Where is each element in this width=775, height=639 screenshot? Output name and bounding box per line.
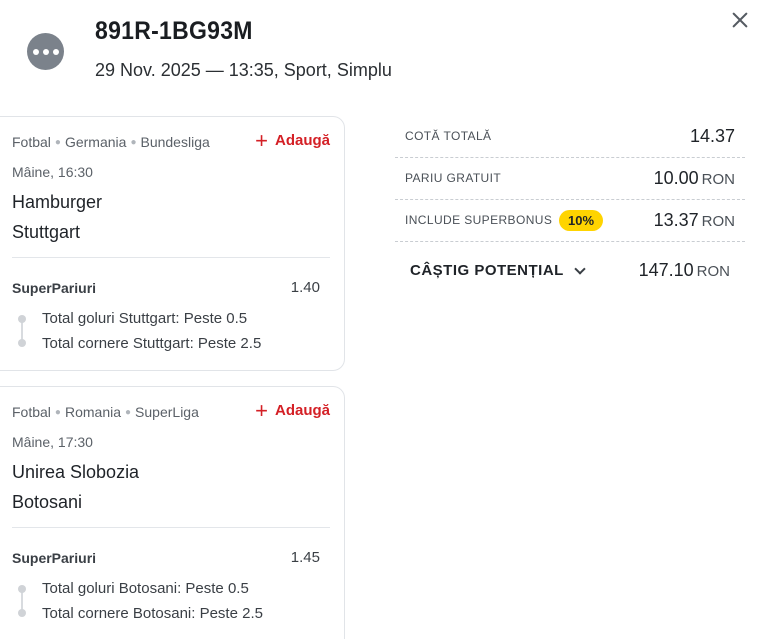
- home-team: Unirea Slobozia: [12, 462, 140, 482]
- potential-win-row: CÂȘTIG POTENȚIAL 147.10 RON: [395, 242, 745, 302]
- selection-bullet: [18, 315, 26, 323]
- bet-odds: 1.40: [290, 279, 320, 296]
- ticket-meta: 29 Nov. 2025 — 13:35, Sport, Simplu: [95, 60, 392, 80]
- currency-label: RON: [701, 171, 735, 188]
- add-label: Adaugă: [274, 132, 330, 149]
- total-odds-number: 14.37: [689, 126, 735, 146]
- superbonus-label: INCLUDE SUPERBONUS: [405, 213, 553, 227]
- home-team: Hamburger: [12, 192, 103, 212]
- currency-label: RON: [696, 263, 730, 280]
- league-breadcrumb: Fotbal ● Germania ● Bundesliga: [12, 134, 210, 150]
- superbonus-row: INCLUDE SUPERBONUS 10% 13.37 RON: [395, 200, 745, 242]
- divider: [12, 257, 330, 258]
- superbonus-value: 13.37 RON: [654, 210, 735, 231]
- separator-dot: ●: [130, 137, 137, 148]
- away-team: Stuttgart: [12, 222, 81, 242]
- league-label: SuperLiga: [135, 404, 199, 420]
- league-breadcrumb: Fotbal ● Romania ● SuperLiga: [12, 404, 199, 420]
- potential-win-toggle[interactable]: CÂȘTIG POTENȚIAL: [410, 262, 586, 279]
- match-time: Mâine, 16:30: [12, 164, 93, 180]
- ticket-menu-button[interactable]: [27, 33, 64, 70]
- match-time: Mâine, 17:30: [12, 434, 93, 450]
- selection-item: Total goluri Botosani: Peste 0.5: [42, 580, 249, 597]
- selection-item: Total cornere Botosani: Peste 2.5: [42, 605, 263, 622]
- separator-dot: ●: [125, 407, 132, 418]
- chevron-down-icon: [574, 262, 586, 275]
- bet-odds: 1.45: [290, 549, 320, 566]
- market-name: SuperPariuri: [12, 280, 97, 296]
- superbonus-badge: 10%: [559, 210, 604, 231]
- selection-bullet: [18, 609, 26, 617]
- sport-label: Fotbal: [12, 134, 51, 150]
- selection-item: Total goluri Stuttgart: Peste 0.5: [42, 310, 248, 327]
- potential-win-label: CÂȘTIG POTENȚIAL: [410, 262, 564, 279]
- ticket-id: 891R-1BG93M: [95, 17, 253, 45]
- separator-dot: ●: [54, 407, 61, 418]
- add-button[interactable]: + Adaugă: [255, 127, 330, 153]
- potential-win-number: 147.10: [638, 260, 694, 280]
- country-label: Romania: [64, 404, 121, 420]
- more-dots-icon: [32, 48, 39, 55]
- market-name: SuperPariuri: [12, 550, 97, 566]
- free-bet-label: PARIU GRATUIT: [405, 171, 502, 185]
- add-button[interactable]: + Adaugă: [255, 397, 330, 423]
- separator-dot: ●: [54, 137, 61, 148]
- total-odds-value: 14.37: [690, 126, 735, 147]
- plus-icon: +: [255, 127, 268, 153]
- bet-card: Fotbal ● Romania ● SuperLiga + Adaugă Mâine,…: [0, 386, 345, 639]
- free-bet-value: 10.00 RON: [654, 168, 735, 189]
- free-bet-number: 10.00: [653, 168, 699, 188]
- superbonus-number: 13.37: [653, 210, 699, 230]
- total-odds-row: COTĂ TOTALĂ 14.37: [395, 116, 745, 158]
- league-label: Bundesliga: [140, 134, 210, 150]
- more-dots-icon-dot: [52, 48, 59, 55]
- add-label: Adaugă: [274, 402, 330, 419]
- country-label: Germania: [64, 134, 127, 150]
- plus-icon: +: [255, 397, 268, 423]
- close-icon[interactable]: [730, 10, 750, 30]
- bet-summary: COTĂ TOTALĂ 14.37 PARIU GRATUIT 10.00 RON…: [395, 116, 745, 302]
- divider: [12, 527, 330, 528]
- selection-bullet: [18, 585, 26, 593]
- sport-label: Fotbal: [12, 404, 51, 420]
- away-team: Botosani: [12, 492, 83, 512]
- potential-win-value: 147.10 RON: [639, 260, 730, 281]
- bet-card: Fotbal ● Germania ● Bundesliga + Adaugă Mâin…: [0, 116, 345, 371]
- selection-bullet: [18, 339, 26, 347]
- free-bet-row: PARIU GRATUIT 10.00 RON: [395, 158, 745, 200]
- more-dots-icon-dot: [42, 48, 49, 55]
- selection-item: Total cornere Stuttgart: Peste 2.5: [42, 335, 262, 352]
- total-odds-label: COTĂ TOTALĂ: [405, 129, 492, 143]
- currency-label: RON: [701, 213, 735, 230]
